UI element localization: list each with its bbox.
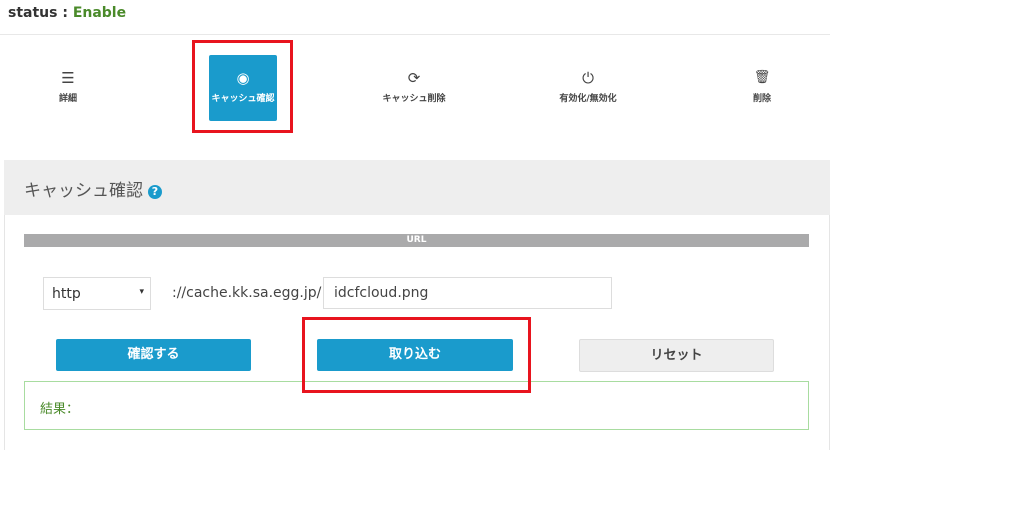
panel-title-text: キャッシュ確認	[24, 181, 143, 201]
scheme-select[interactable]: http ▾	[43, 277, 151, 310]
trash-icon: 🗑	[753, 70, 771, 85]
url-section-header: URL	[24, 234, 809, 247]
tool-details[interactable]: ☰ 詳細	[34, 55, 102, 121]
tool-delete[interactable]: 🗑 削除	[728, 55, 796, 121]
tool-label: 有効化/無効化	[559, 94, 617, 104]
confirm-button[interactable]: 確認する	[56, 339, 251, 371]
status-text: status : Enable	[8, 5, 126, 21]
highlight-box	[302, 317, 531, 393]
server-icon: ☰	[61, 69, 75, 87]
help-icon[interactable]: ?	[148, 185, 162, 199]
status-label: status :	[8, 5, 73, 21]
tool-label: 削除	[752, 94, 771, 104]
divider	[0, 34, 830, 35]
tool-label: キャッシュ削除	[382, 94, 446, 104]
status-value: Enable	[72, 5, 127, 21]
panel-title: キャッシュ確認?	[24, 176, 162, 201]
url-prefix: ://cache.kk.sa.egg.jp/	[172, 285, 322, 301]
power-icon: ⏻	[582, 69, 594, 87]
refresh-icon: ⟳	[407, 69, 421, 87]
scheme-value: http	[52, 286, 81, 302]
highlight-box	[192, 40, 293, 133]
tool-cache-delete[interactable]: ⟳ キャッシュ削除	[380, 55, 448, 121]
reset-button[interactable]: リセット	[579, 339, 774, 372]
chevron-down-icon: ▾	[139, 287, 144, 297]
result-label: 結果：	[40, 402, 80, 417]
tool-label: 詳細	[58, 94, 77, 104]
filename-input[interactable]	[323, 277, 612, 309]
tool-enable-disable[interactable]: ⏻ 有効化/無効化	[554, 55, 622, 121]
